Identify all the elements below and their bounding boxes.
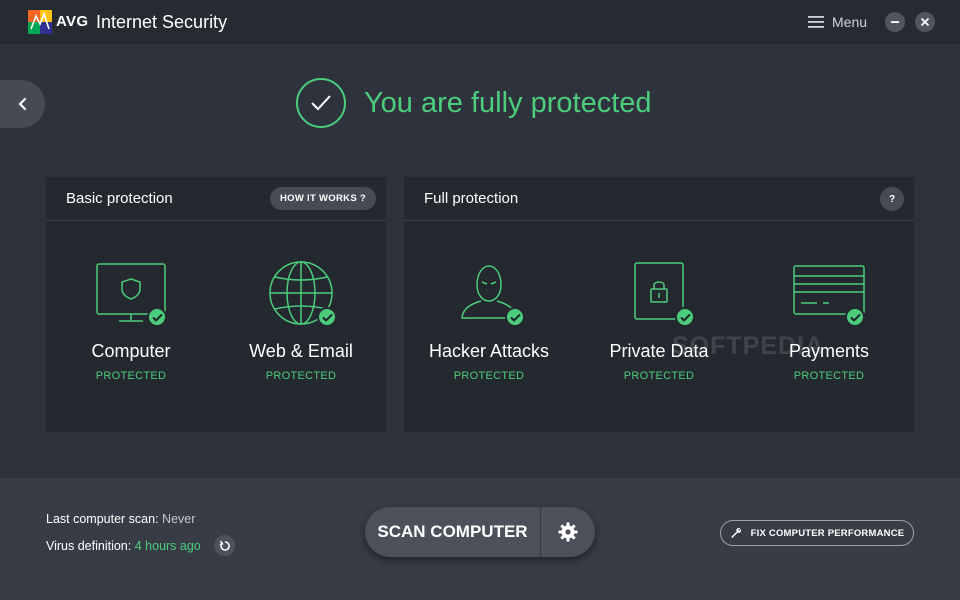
gear-icon [558, 522, 578, 542]
wrench-icon [730, 527, 741, 538]
check-badge-icon [317, 307, 337, 327]
help-button[interactable]: ? [880, 187, 904, 211]
feature-private-data[interactable]: Private Data PROTECTED [574, 261, 744, 382]
feature-status: PROTECTED [265, 370, 337, 382]
update-definitions-button[interactable] [214, 535, 235, 556]
virus-definition-info: Virus definition: 4 hours ago [46, 539, 201, 553]
panel-title: Basic protection [66, 190, 173, 207]
lock-document-icon [619, 261, 699, 331]
full-protection-panel: Full protection ? Hacker Attacks PROTECT… [404, 177, 914, 432]
feature-name: Computer [91, 341, 171, 361]
hamburger-icon [808, 16, 824, 28]
globe-icon [261, 261, 341, 331]
refresh-icon [219, 540, 230, 551]
feature-status: PROTECTED [793, 370, 865, 382]
avg-logo-icon [28, 10, 52, 34]
last-scan-value: Never [162, 512, 196, 526]
basic-protection-panel: Basic protection HOW IT WORKS ? Computer… [46, 177, 386, 432]
feature-computer[interactable]: Computer PROTECTED [46, 261, 216, 382]
close-button[interactable] [915, 12, 935, 32]
check-badge-icon [845, 307, 865, 327]
last-scan-label: Last computer scan: [46, 512, 159, 526]
panel-title: Full protection [424, 190, 519, 207]
panel-header: Basic protection HOW IT WORKS ? [46, 177, 386, 221]
scan-button-group: SCAN COMPUTER [365, 507, 595, 557]
feature-web-email[interactable]: Web & Email PROTECTED [216, 261, 386, 382]
last-scan-info: Last computer scan: Never [46, 512, 195, 526]
menu-button[interactable]: Menu [808, 12, 867, 32]
minimize-button[interactable] [885, 12, 905, 32]
feature-name: Web & Email [249, 341, 353, 361]
hacker-icon [449, 261, 529, 331]
feature-status: PROTECTED [95, 370, 167, 382]
monitor-shield-icon [91, 261, 171, 331]
how-it-works-button[interactable]: HOW IT WORKS ? [270, 187, 376, 210]
check-badge-icon [675, 307, 695, 327]
back-button[interactable] [0, 80, 45, 128]
minimize-icon [891, 21, 899, 23]
menu-label: Menu [832, 14, 868, 30]
feature-hacker-attacks[interactable]: Hacker Attacks PROTECTED [404, 261, 574, 382]
brand-name: AVG [56, 13, 89, 30]
watermark: SOFTPEDIA [672, 332, 825, 360]
scan-settings-button[interactable] [541, 507, 595, 557]
chevron-left-icon [17, 97, 26, 111]
feature-status: PROTECTED [453, 370, 525, 382]
protection-status: You are fully protected [296, 78, 652, 128]
status-check-icon [296, 78, 346, 128]
fix-performance-button[interactable]: FIX COMPUTER PERFORMANCE [720, 520, 914, 546]
title-bar: AVG Internet Security Menu [0, 0, 960, 44]
virus-def-label: Virus definition: [46, 539, 132, 553]
check-badge-icon [505, 307, 525, 327]
feature-status: PROTECTED [623, 370, 695, 382]
feature-payments[interactable]: Payments PROTECTED [744, 261, 914, 382]
credit-card-icon [789, 261, 869, 331]
virus-def-value: 4 hours ago [134, 539, 201, 553]
panel-header: Full protection ? [404, 177, 914, 221]
feature-name: Hacker Attacks [428, 341, 550, 361]
check-badge-icon [147, 307, 167, 327]
scan-computer-button[interactable]: SCAN COMPUTER [365, 507, 540, 557]
status-text: You are fully protected [364, 86, 652, 119]
close-icon [920, 17, 930, 27]
fix-performance-label: FIX COMPUTER PERFORMANCE [750, 527, 905, 539]
product-name: Internet Security [96, 12, 228, 32]
